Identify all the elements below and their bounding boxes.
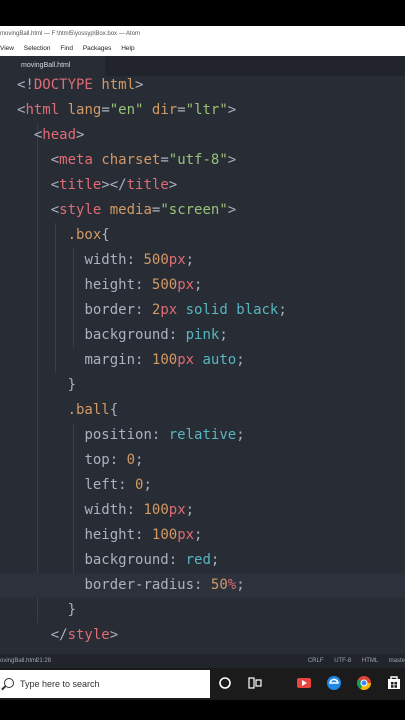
task-view-icon[interactable] — [246, 674, 264, 692]
code-line[interactable]: height: 500px; — [0, 273, 405, 298]
code-line[interactable]: height: 100px; — [0, 523, 405, 548]
code-line[interactable]: background: red; — [0, 548, 405, 573]
menu-item-packages[interactable]: Packages — [83, 42, 112, 56]
code-editor[interactable]: <!DOCTYPE html> <html lang="en" dir="ltr"… — [0, 76, 405, 654]
tab-movingball[interactable]: movingBall.html — [0, 56, 105, 76]
taskbar-search-box[interactable]: Type here to search — [0, 670, 210, 698]
store-icon[interactable] — [385, 674, 403, 692]
menu-item-selection[interactable]: Selection — [24, 42, 51, 56]
menu-item-help[interactable]: Help — [121, 42, 134, 56]
code-line[interactable]: width: 500px; — [0, 248, 405, 273]
code-line[interactable]: border-radius: 50%; — [0, 573, 405, 598]
search-placeholder: Type here to search — [20, 679, 100, 689]
edge-icon[interactable] — [325, 674, 343, 692]
status-file-name[interactable]: ovingBall.html — [0, 654, 37, 668]
code-line[interactable]: .box{ — [0, 223, 405, 248]
windows-taskbar: Type here to search — [0, 668, 405, 700]
menu-item-find[interactable]: Find — [60, 42, 73, 56]
chrome-icon[interactable] — [355, 674, 373, 692]
code-line[interactable]: <!DOCTYPE html> — [0, 76, 405, 98]
window-title-bar: movingBall.html — F:\html5\yossyp\Box.bo… — [0, 26, 405, 42]
code-line[interactable]: width: 100px; — [0, 498, 405, 523]
video-bottom-bar — [0, 700, 405, 720]
code-line[interactable]: <style media="screen"> — [0, 198, 405, 223]
media-icon[interactable] — [295, 674, 313, 692]
tab-bar: movingBall.html — [0, 56, 405, 76]
code-line[interactable]: top: 0; — [0, 448, 405, 473]
code-line[interactable]: border: 2px solid black; — [0, 298, 405, 323]
code-line[interactable]: <meta charset="utf-8"> — [0, 148, 405, 173]
code-line[interactable]: } — [0, 373, 405, 398]
code-line[interactable]: </style> — [0, 623, 405, 648]
status-line-ending[interactable]: CRLF — [308, 658, 324, 664]
search-icon — [4, 678, 14, 688]
window-title: movingBall.html — F:\html5\yossyp\Box.bo… — [0, 31, 141, 37]
menu-item-view[interactable]: View — [0, 42, 14, 56]
menu-bar: View Selection Find Packages Help — [0, 42, 405, 56]
code-line[interactable]: position: relative; — [0, 423, 405, 448]
code-line[interactable]: <title></title> — [0, 173, 405, 198]
status-cursor-position[interactable]: 21:28 — [36, 654, 51, 668]
code-line[interactable]: <html lang="en" dir="ltr"> — [0, 98, 405, 123]
code-line[interactable]: <head> — [0, 123, 405, 148]
code-line[interactable]: margin: 100px auto; — [0, 348, 405, 373]
cortana-icon[interactable] — [216, 674, 234, 692]
code-line[interactable]: } — [0, 598, 405, 623]
status-bar: ovingBall.html 21:28 CRLF UTF-8 HTML mas… — [0, 654, 405, 668]
code-line[interactable]: left: 0; — [0, 473, 405, 498]
code-line[interactable]: .ball{ — [0, 398, 405, 423]
status-grammar[interactable]: HTML — [362, 658, 378, 664]
code-line[interactable]: background: pink; — [0, 323, 405, 348]
status-encoding[interactable]: UTF-8 — [334, 658, 351, 664]
video-top-bar — [0, 0, 405, 26]
status-git-branch[interactable]: maste — [389, 658, 405, 664]
